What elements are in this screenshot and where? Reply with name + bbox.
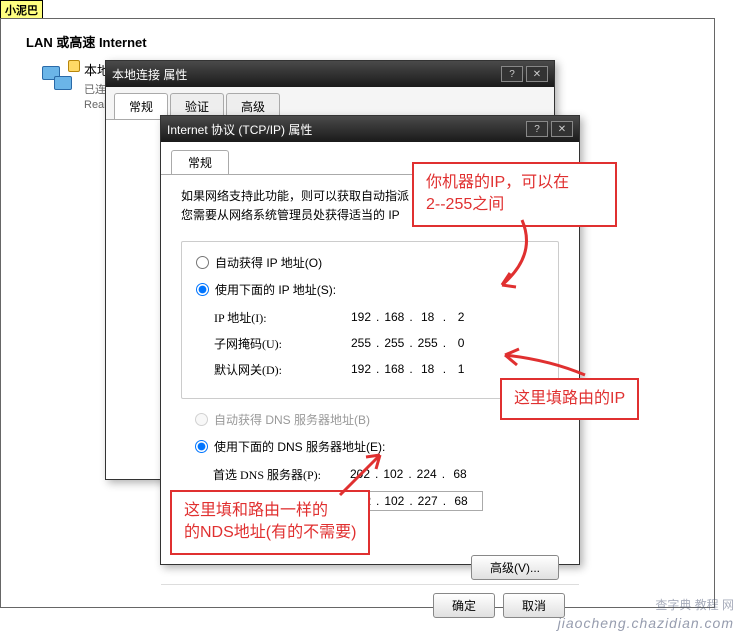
close-button[interactable]: ✕ (551, 121, 573, 137)
dns1-input[interactable]: 202. 102. 224. 68 (343, 465, 483, 483)
window-title: Internet 协议 (TCP/IP) 属性 (167, 121, 312, 138)
callout-router-ip: 这里填路由的IP (500, 378, 639, 420)
watermark-url: jiaocheng.chazidian.com (558, 615, 734, 631)
corner-tag: 小泥巴 (0, 0, 43, 20)
titlebar[interactable]: Internet 协议 (TCP/IP) 属性 ? ✕ (161, 116, 579, 142)
help-button[interactable]: ? (501, 66, 523, 82)
radio-manual-dns-input[interactable] (195, 440, 208, 453)
radio-manual-ip-input[interactable] (196, 283, 209, 296)
gateway-input[interactable]: 192. 168. 18. 1 (344, 360, 484, 378)
window-title: 本地连接 属性 (112, 66, 187, 83)
radio-auto-ip-input[interactable] (196, 256, 209, 269)
radio-auto-dns-input (195, 413, 208, 426)
section-header: LAN 或高速 Internet (26, 32, 147, 51)
lock-icon (68, 60, 80, 72)
radio-auto-ip[interactable]: 自动获得 IP 地址(O) (196, 254, 544, 271)
callout-dns: 这里填和路由一样的 的NDS地址(有的不需要) (170, 490, 370, 555)
ip-group: 自动获得 IP 地址(O) 使用下面的 IP 地址(S): IP 地址(I): … (181, 241, 559, 399)
label-mask: 子网掩码(U): (214, 335, 344, 352)
subnet-mask-input[interactable]: 255. 255. 255. 0 (344, 334, 484, 352)
label-ip: IP 地址(I): (214, 309, 344, 326)
radio-manual-dns[interactable]: 使用下面的 DNS 服务器地址(E): (195, 438, 545, 455)
network-icon (40, 60, 80, 100)
radio-manual-ip[interactable]: 使用下面的 IP 地址(S): (196, 281, 544, 298)
help-button[interactable]: ? (526, 121, 548, 137)
advanced-button[interactable]: 高级(V)... (471, 555, 559, 580)
watermark-text: 查字典 教程 网 (655, 596, 734, 613)
callout-ip-range: 你机器的IP，可以在 2--255之间 (412, 162, 617, 227)
ip-address-input[interactable]: 192. 168. 18. 2 (344, 308, 484, 326)
label-gateway: 默认网关(D): (214, 361, 344, 378)
close-button[interactable]: ✕ (526, 66, 548, 82)
label-dns1: 首选 DNS 服务器(P): (213, 466, 343, 483)
titlebar[interactable]: 本地连接 属性 ? ✕ (106, 61, 554, 87)
tab-general[interactable]: 常规 (171, 150, 229, 174)
radio-auto-dns: 自动获得 DNS 服务器地址(B) (195, 411, 545, 428)
cancel-button[interactable]: 取消 (503, 593, 565, 618)
ok-button[interactable]: 确定 (433, 593, 495, 618)
